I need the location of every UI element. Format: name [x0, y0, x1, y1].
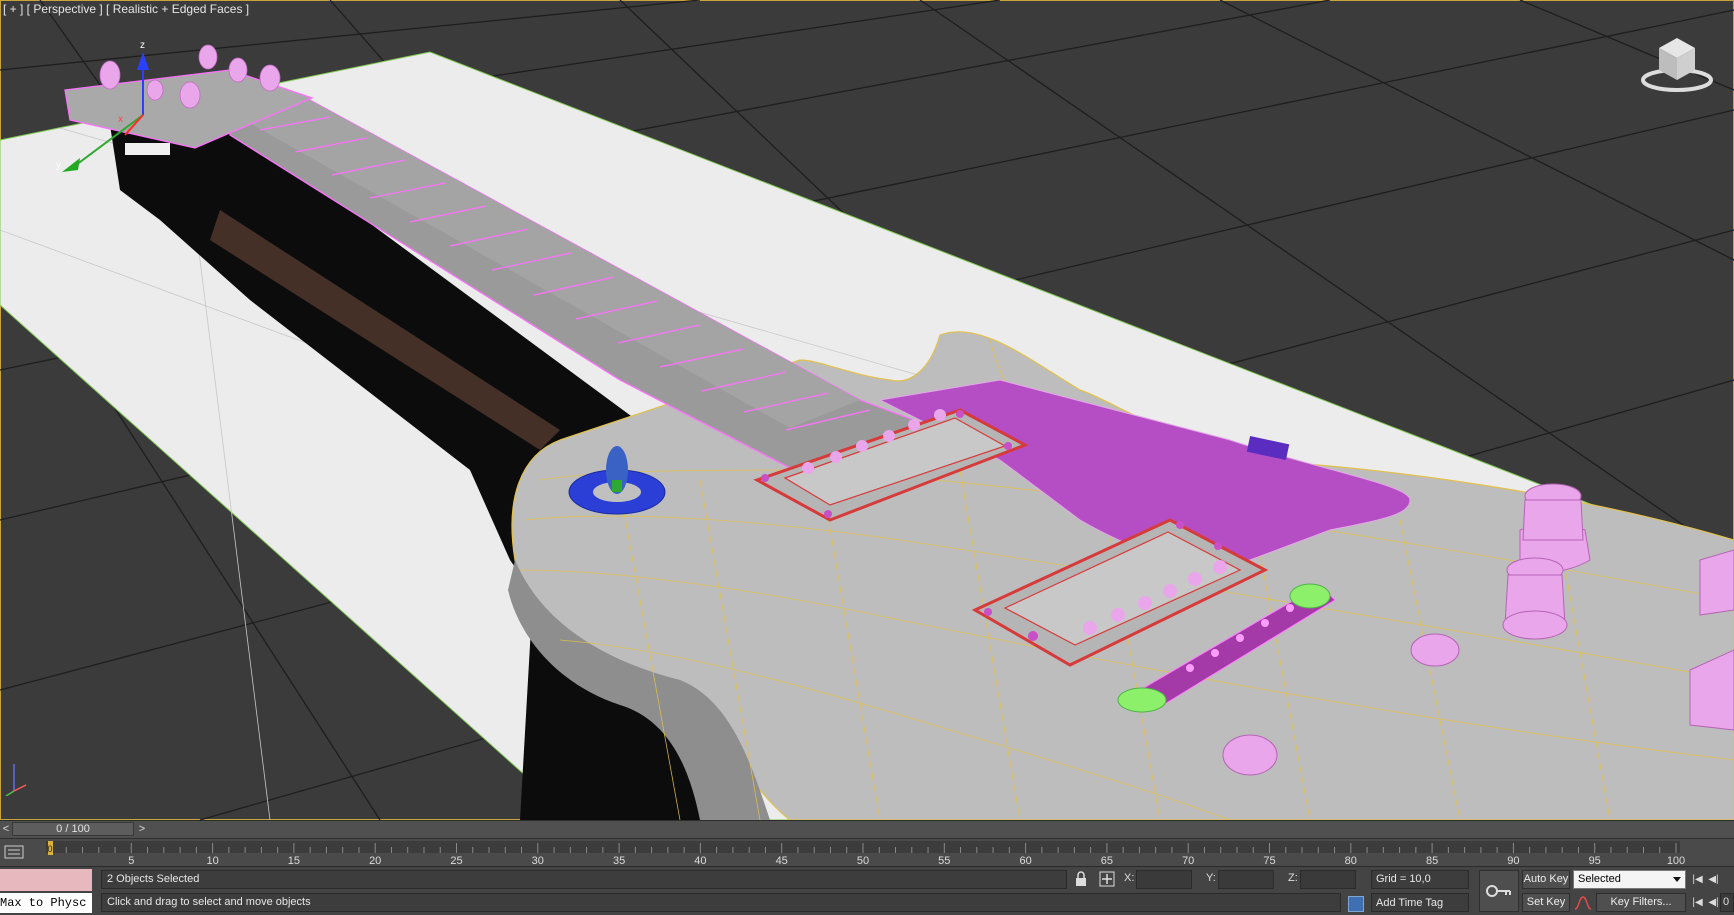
trackbar[interactable]: 5 10 15 20 25 30 35 40 45 50 55 60 65 70 75 80 85 90 95 100…: [0, 838, 1734, 867]
y-coord-label: Y:: [1206, 872, 1216, 884]
current-frame-label: 0: [47, 844, 52, 854]
frame-ruler[interactable]: 5 10 15 20 25 30 35 40 45 50 55 60 65 70 75 80 85 90 95 100…: [0, 839, 1734, 867]
status-bar: Max to Physc 2 Objects Selected Click an…: [0, 866, 1734, 915]
viewport-label[interactable]: [ + ] [ Perspective ] [ Realistic + Edge…: [3, 2, 249, 16]
selection-count: 2 Objects Selected: [101, 870, 1067, 889]
perspective-viewport[interactable]: z y x [+] [Perspective] [Realistic …: [0, 0, 1734, 820]
auto-key-button[interactable]: Auto Key: [1522, 870, 1570, 889]
grid-spacing: Grid = 10,0: [1371, 870, 1469, 889]
set-key-button[interactable]: Set Key: [1522, 893, 1570, 912]
x-coord-field[interactable]: [1136, 870, 1192, 889]
time-slider[interactable]: < 0 / 100 >: [0, 820, 1734, 838]
add-time-tag-button[interactable]: Add Time Tag: [1371, 893, 1469, 912]
absolute-mode-icon[interactable]: [1099, 871, 1115, 887]
z-coord-label: Z:: [1288, 872, 1298, 884]
gizmo-z-label: z: [140, 40, 145, 51]
gizmo-x-label: x: [118, 114, 123, 125]
maxscript-input[interactable]: Max to Physc: [0, 893, 92, 913]
key-icon: [1486, 885, 1511, 897]
maxscript-mini-listener[interactable]: Max to Physc: [0, 867, 92, 915]
prev-key-icon[interactable]: ◀|: [1706, 893, 1721, 912]
key-mode-dropdown[interactable]: Selected: [1573, 870, 1686, 889]
key-filters-button[interactable]: Key Filters...: [1596, 893, 1686, 912]
goto-start-icon[interactable]: |◀: [1690, 870, 1705, 889]
lock-icon[interactable]: [1074, 871, 1088, 887]
gizmo-y-label: y: [56, 160, 61, 171]
current-frame-field[interactable]: 0: [1720, 893, 1734, 912]
time-slider-prev[interactable]: <: [0, 822, 12, 836]
set-keys-button[interactable]: [1479, 870, 1519, 912]
viewport-scene[interactable]: z y x: [0, 0, 1734, 820]
x-coord-label: X:: [1124, 872, 1135, 884]
prev-frame-icon[interactable]: ◀|: [1706, 870, 1721, 889]
chevron-down-icon: [1673, 877, 1681, 882]
time-slider-thumb[interactable]: 0 / 100: [12, 822, 134, 836]
time-tag-icon[interactable]: [1348, 896, 1364, 912]
axis-tripod-icon: [5, 764, 27, 796]
z-coord-field[interactable]: [1300, 870, 1356, 889]
curve-editor-icon[interactable]: [1573, 894, 1593, 912]
goto-start-icon[interactable]: |◀: [1690, 893, 1705, 912]
time-slider-next[interactable]: >: [136, 822, 148, 836]
key-mode-value: Selected: [1578, 873, 1621, 885]
prompt-line: Click and drag to select and move object…: [101, 893, 1341, 912]
viewcube-icon[interactable]: [1637, 30, 1717, 95]
maxscript-output[interactable]: [0, 869, 92, 891]
y-coord-field[interactable]: [1218, 870, 1274, 889]
